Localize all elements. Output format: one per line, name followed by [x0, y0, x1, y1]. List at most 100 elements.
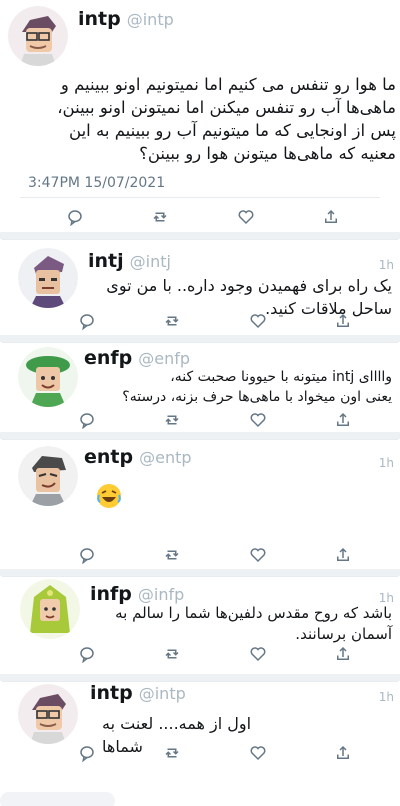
- avatar-entp-image: [18, 446, 78, 506]
- author-name[interactable]: intp: [90, 682, 133, 704]
- retweet-button[interactable]: [161, 544, 183, 566]
- avatar-enfp-image: [18, 347, 78, 407]
- retweet-icon: [165, 316, 179, 326]
- avatar-intp-image: [8, 6, 68, 66]
- reply-header: entp @entp: [84, 446, 192, 468]
- reply-time[interactable]: 1h: [379, 456, 394, 470]
- like-button[interactable]: [247, 310, 269, 332]
- like-button[interactable]: [247, 643, 269, 665]
- author-name[interactable]: intp: [78, 8, 121, 30]
- reply-icon: [80, 413, 94, 429]
- tweet-thread: intp @intp ما هوا رو تنفس می کنیم اما نم…: [0, 0, 400, 806]
- avatar-infp-image: [20, 579, 80, 639]
- retweet-icon: [165, 550, 179, 560]
- avatar-entp[interactable]: [18, 446, 78, 506]
- reply-text: واااای intj میتونه با حیوونا صحبت کنه، ی…: [72, 367, 392, 407]
- separator: [0, 674, 400, 681]
- reply-icon: [80, 647, 94, 663]
- reply-icon: [80, 746, 94, 762]
- text-line: ماهی‌ها آب رو تنفس میکنن اما نمیتونن اون…: [57, 98, 396, 117]
- retweet-button[interactable]: [161, 643, 183, 665]
- author-handle[interactable]: @intj: [130, 252, 171, 271]
- action-bar: [76, 742, 354, 764]
- main-tweet-header: intp @intp: [78, 8, 174, 30]
- tweet-timestamp[interactable]: 3:47PM 15/07/2021: [28, 175, 165, 191]
- reply-button[interactable]: [76, 742, 98, 764]
- reply-tweet[interactable]: infp @infp 1h باشد که روح مقدس دلفین‌ها …: [2, 576, 398, 674]
- author-handle[interactable]: @enfp: [138, 349, 190, 368]
- heart-icon: [250, 314, 266, 329]
- author-name[interactable]: enfp: [84, 347, 132, 369]
- avatar-intj[interactable]: [18, 248, 78, 308]
- avatar-intp[interactable]: [18, 684, 78, 744]
- reply-header: intj @intj: [88, 250, 171, 272]
- retweet-button[interactable]: [161, 409, 183, 431]
- reply-tweet[interactable]: intp @intp 1h اول از همه.... لعنت به شما…: [2, 681, 398, 773]
- author-name[interactable]: entp: [84, 446, 133, 468]
- reply-tweet[interactable]: intj @intj 1h یک راه برای فهمیدن وجود دا…: [2, 239, 398, 335]
- action-bar: [76, 409, 354, 431]
- text-line: آسمان برسانند.: [295, 625, 392, 643]
- text-line: معنیه که ماهی‌ها میتونن هوا رو ببینن؟: [139, 144, 396, 163]
- author-name[interactable]: infp: [90, 583, 132, 605]
- author-handle[interactable]: @intp: [139, 684, 186, 703]
- text-line: باشد که روح مقدس دلفین‌ها شما را سالم به: [115, 604, 392, 622]
- author-handle[interactable]: @intp: [127, 10, 174, 29]
- heart-icon: [250, 647, 266, 662]
- like-button[interactable]: [235, 206, 257, 228]
- reply-tweet[interactable]: enfp @enfp واااای intj میتونه با حیوونا …: [2, 342, 398, 432]
- avatar-intj-image: [18, 248, 78, 308]
- like-button[interactable]: [247, 409, 269, 431]
- reply-button[interactable]: [76, 544, 98, 566]
- reply-button[interactable]: [76, 409, 98, 431]
- heart-icon: [250, 746, 266, 761]
- separator: [0, 335, 400, 342]
- share-button[interactable]: [332, 643, 354, 665]
- share-icon: [336, 313, 349, 327]
- avatar-infp[interactable]: [20, 579, 80, 639]
- retweet-icon: [165, 649, 179, 659]
- divider: [20, 197, 380, 198]
- reply-icon: [68, 210, 82, 226]
- share-button[interactable]: [320, 206, 342, 228]
- like-button[interactable]: [247, 544, 269, 566]
- avatar-intp[interactable]: [8, 6, 68, 66]
- share-button[interactable]: [332, 742, 354, 764]
- reply-button[interactable]: [76, 643, 98, 665]
- main-tweet[interactable]: intp @intp ما هوا رو تنفس می کنیم اما نم…: [2, 0, 398, 232]
- retweet-icon: [165, 415, 179, 425]
- laughing-emoji-icon: [97, 484, 121, 508]
- separator: [0, 569, 400, 576]
- reply-button[interactable]: [76, 310, 98, 332]
- retweet-button[interactable]: [161, 742, 183, 764]
- heart-icon: [250, 413, 266, 428]
- share-icon: [336, 646, 349, 660]
- text-line: ما هوا رو تنفس می کنیم اما نمیتونیم اونو…: [60, 75, 396, 94]
- reply-time[interactable]: 1h: [379, 258, 394, 272]
- share-icon: [336, 745, 349, 759]
- action-bar: [76, 310, 354, 332]
- reply-icon: [80, 314, 94, 330]
- reply-header: intp @intp: [90, 682, 186, 704]
- share-button[interactable]: [332, 544, 354, 566]
- text-line: یعنی اون میخواد با ماهی‌ها حرف بزنه، درس…: [122, 389, 392, 405]
- retweet-icon: [165, 748, 179, 758]
- reply-tweet[interactable]: entp @entp 1h: [2, 439, 398, 569]
- like-button[interactable]: [247, 742, 269, 764]
- share-button[interactable]: [332, 409, 354, 431]
- reply-time[interactable]: 1h: [379, 690, 394, 704]
- reply-header: enfp @enfp: [84, 347, 190, 369]
- author-handle[interactable]: @infp: [138, 585, 184, 604]
- avatar-enfp[interactable]: [18, 347, 78, 407]
- text-line: واااای intj میتونه با حیوونا صحبت کنه،: [170, 369, 392, 385]
- reply-button[interactable]: [64, 206, 86, 228]
- reply-text: باشد که روح مقدس دلفین‌ها شما را سالم به…: [72, 603, 392, 645]
- retweet-button[interactable]: [149, 206, 171, 228]
- action-bar: [76, 544, 354, 566]
- share-button[interactable]: [332, 310, 354, 332]
- author-handle[interactable]: @entp: [139, 448, 191, 467]
- bottom-bar: [0, 792, 115, 806]
- action-bar: [64, 206, 342, 228]
- retweet-button[interactable]: [161, 310, 183, 332]
- author-name[interactable]: intj: [88, 250, 124, 272]
